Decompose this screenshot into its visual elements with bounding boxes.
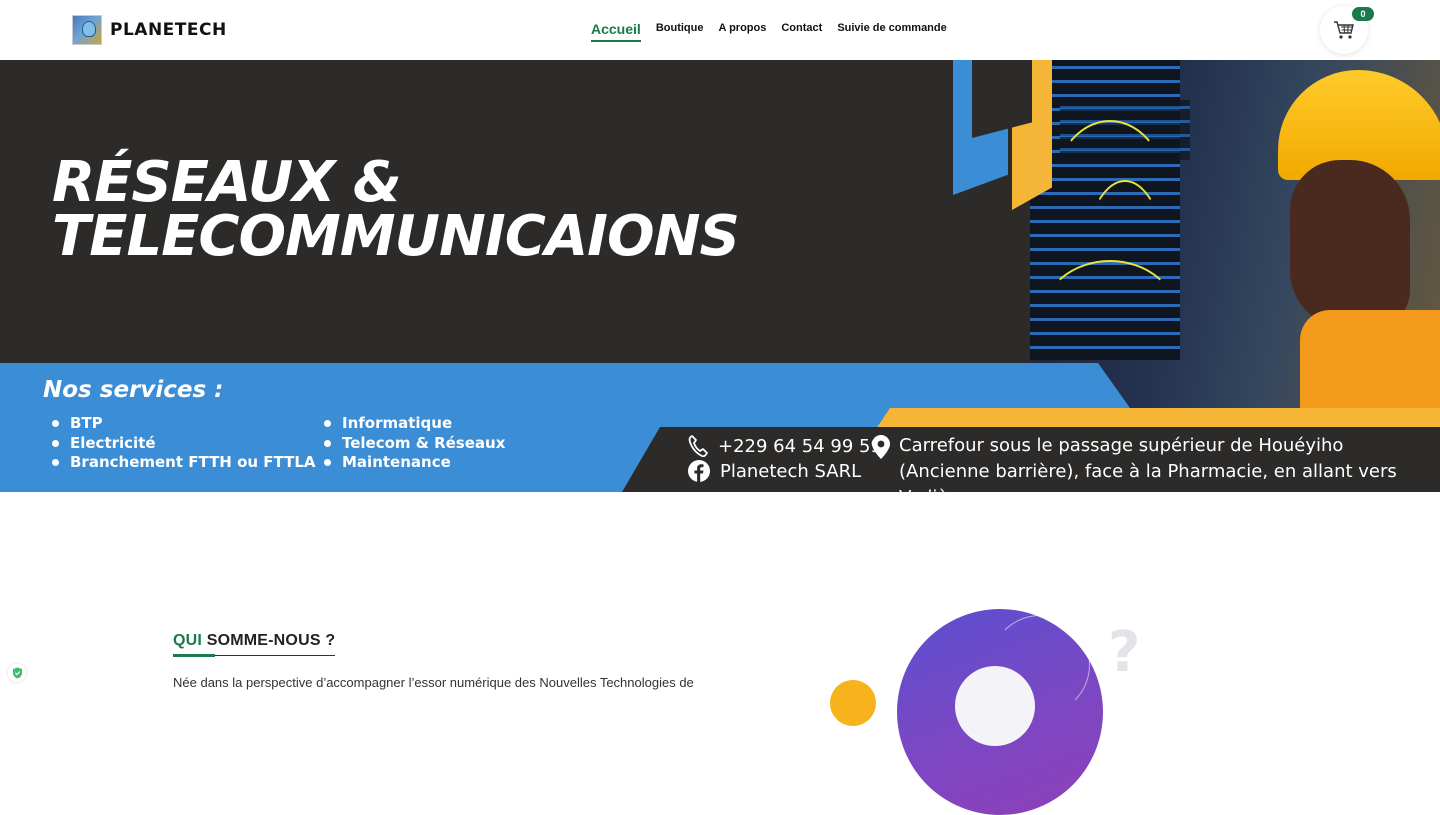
nav-item-boutique[interactable]: Boutique	[656, 22, 704, 37]
location-pin-icon	[872, 435, 890, 459]
technician-face	[1290, 160, 1410, 330]
bullet-icon	[324, 440, 331, 447]
question-mark-icon: ?	[1108, 625, 1140, 681]
logo-image	[72, 15, 102, 45]
address-text: Carrefour sous le passage supérieur de H…	[899, 433, 1429, 492]
services-list-right: Informatique Telecom & Réseaux Maintenan…	[324, 414, 505, 473]
address-contact: Carrefour sous le passage supérieur de H…	[872, 433, 1429, 492]
facebook-name: Planetech SARL	[720, 461, 861, 482]
phone-number: +229 64 54 99 59	[718, 436, 882, 457]
list-item: Telecom & Réseaux	[324, 434, 505, 454]
list-item: Informatique	[324, 414, 505, 434]
shield-icon	[12, 667, 23, 679]
bullet-icon	[52, 420, 59, 427]
cart-icon	[1333, 20, 1355, 40]
hero-banner: RÉSEAUX & TELECOMMUNICAIONS Nos services…	[0, 60, 1440, 492]
hero-title-line-2: TELECOMMUNICAIONS	[52, 210, 739, 264]
illustration-yellow-circle	[830, 680, 876, 726]
about-paragraph: Née dans la perspective d’accompagner l’…	[173, 675, 694, 690]
nav-item-suivie-commande[interactable]: Suivie de commande	[837, 22, 946, 37]
list-item: Maintenance	[324, 453, 505, 473]
brand-name: PLANETECH	[110, 20, 227, 40]
list-item: BTP	[52, 414, 316, 434]
site-header: PLANETECH Accueil Boutique A propos Cont…	[0, 0, 1440, 60]
brand-logo[interactable]: PLANETECH	[72, 15, 227, 45]
bullet-icon	[52, 440, 59, 447]
services-list-left: BTP Electricité Branchement FTTH ou FTTL…	[52, 414, 316, 473]
security-badge[interactable]	[8, 664, 26, 682]
hero-title-line-1: RÉSEAUX &	[52, 156, 739, 210]
facebook-contact: Planetech SARL	[688, 460, 861, 482]
facebook-icon	[688, 460, 710, 482]
list-item: Branchement FTTH ou FTTLA	[52, 453, 316, 473]
nav-item-a-propos[interactable]: A propos	[718, 22, 766, 37]
nav-item-accueil[interactable]: Accueil	[591, 21, 641, 42]
illustration-inner-circle	[955, 666, 1035, 746]
about-heading: QUI SOMME-NOUS ?	[173, 632, 335, 656]
bullet-icon	[52, 459, 59, 466]
phone-icon	[688, 435, 708, 457]
about-heading-accent: QUI	[173, 632, 202, 649]
heading-underline	[173, 654, 215, 657]
bullet-icon	[324, 420, 331, 427]
services-title: Nos services :	[43, 377, 223, 403]
bullet-icon	[324, 459, 331, 466]
cart-count-badge: 0	[1352, 7, 1374, 21]
main-nav: Accueil Boutique A propos Contact Suivie…	[591, 22, 947, 42]
hero-title: RÉSEAUX & TELECOMMUNICAIONS	[52, 156, 739, 264]
phone-contact: +229 64 54 99 59	[688, 435, 882, 457]
about-heading-rest: SOMME-NOUS ?	[202, 632, 335, 649]
list-item: Electricité	[52, 434, 316, 454]
nav-item-contact[interactable]: Contact	[781, 22, 822, 37]
